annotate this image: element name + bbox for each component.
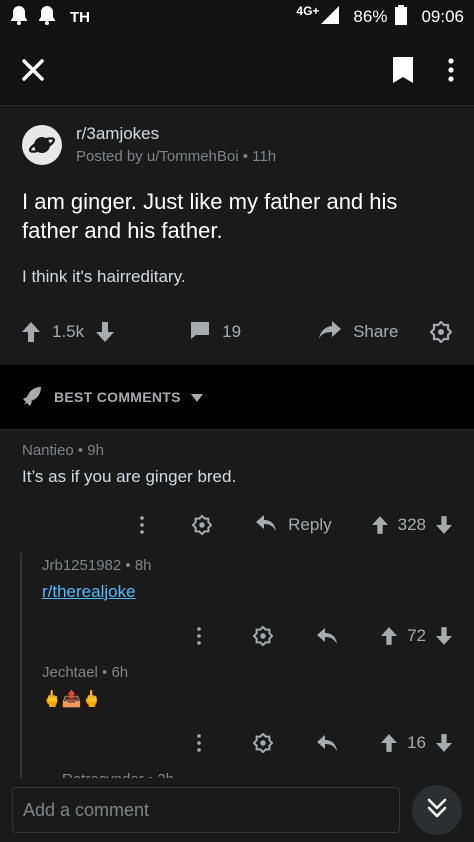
status-right: 4G+ 86% 09:06 — [296, 4, 464, 30]
comment-reply: Jechtael • 6h 🖕📤🖕 16 — [0, 664, 474, 771]
post-body: I think it's hairreditary. — [22, 267, 186, 286]
battery-percent: 86% — [353, 7, 388, 26]
comment-list: Nantieo • 9h It’s as if you are ginger b… — [0, 429, 474, 811]
more-vert-icon[interactable] — [140, 516, 144, 534]
post-vote-group: 1.5k — [22, 322, 115, 342]
status-left: TH — [10, 5, 90, 30]
status-bar: TH 4G+ 86% 09:06 — [0, 0, 474, 34]
post-action-row: 1.5k 19 Share — [22, 301, 452, 363]
close-icon[interactable] — [20, 57, 46, 83]
comment-meta[interactable]: Jechtael • 6h — [42, 664, 452, 681]
share-button[interactable]: Share — [319, 320, 399, 344]
more-vert-icon[interactable] — [197, 627, 201, 645]
upvote-icon[interactable] — [22, 322, 40, 342]
award-icon[interactable] — [253, 733, 274, 753]
signal-icon — [321, 5, 340, 29]
post-score: 1.5k — [52, 322, 85, 341]
chevrons-down-icon — [426, 797, 448, 824]
comment: Nantieo • 9h It’s as if you are ginger b… — [0, 430, 474, 553]
comment-body: 🖕📤🖕 — [42, 691, 102, 708]
post: r/3amjokes Posted by u/TommehBoi • 11h I… — [0, 106, 474, 363]
bell-icon — [10, 5, 28, 30]
reply-button[interactable]: Reply — [256, 514, 332, 536]
comment-score: 16 — [407, 733, 426, 752]
reply-icon — [256, 514, 277, 536]
network-label: 4G+ — [296, 4, 320, 18]
caret-down-icon — [190, 389, 203, 405]
award-icon[interactable] — [192, 515, 213, 535]
comment-score: 72 — [407, 626, 426, 645]
comment-reply: Jrb1251982 • 8h r/therealjoke 72 — [0, 553, 474, 664]
share-label: Share — [353, 322, 399, 341]
comment-count: 19 — [222, 322, 242, 341]
post-header-text: r/3amjokes Posted by u/TommehBoi • 11h — [76, 124, 276, 165]
comment-sort-bar[interactable]: BEST COMMENTS — [0, 365, 474, 429]
downvote-icon[interactable] — [436, 734, 452, 752]
post-title: I am ginger. Just like my father and his… — [22, 189, 398, 243]
award-icon[interactable] — [430, 321, 452, 343]
upvote-icon[interactable] — [381, 734, 398, 752]
post-meta: Posted by u/TommehBoi • 11h — [76, 148, 277, 165]
comment-input[interactable]: Add a comment — [12, 787, 400, 833]
subreddit-link[interactable]: r/therealjoke — [42, 582, 136, 601]
more-vert-icon[interactable] — [448, 57, 454, 82]
reply-icon[interactable] — [317, 628, 338, 644]
comment-actions: 72 — [42, 608, 452, 664]
comment-actions: 16 — [42, 715, 452, 771]
comment-composer: Add a comment — [0, 778, 474, 842]
bell-icon — [38, 5, 56, 30]
bookmark-icon[interactable] — [392, 56, 414, 84]
subreddit-name[interactable]: r/3amjokes — [76, 124, 276, 144]
downvote-icon[interactable] — [436, 516, 452, 534]
next-comment-button[interactable] — [412, 785, 462, 835]
comments-button[interactable]: 19 — [190, 321, 241, 344]
downvote-icon[interactable] — [96, 322, 115, 342]
upvote-icon[interactable] — [371, 516, 388, 534]
comment-meta[interactable]: Jrb1251982 • 8h — [42, 557, 452, 574]
carrier-label: TH — [70, 8, 90, 26]
comment-actions: Reply 328 — [22, 497, 452, 553]
award-icon[interactable] — [253, 626, 274, 646]
rocket-icon — [22, 386, 42, 409]
comment-meta[interactable]: Nantieo • 9h — [22, 442, 452, 459]
post-header: r/3amjokes Posted by u/TommehBoi • 11h — [22, 124, 452, 165]
planet-icon[interactable] — [22, 124, 62, 165]
battery-icon — [395, 4, 408, 30]
comment-icon — [190, 321, 210, 344]
clock: 09:06 — [421, 7, 464, 26]
top-bar — [0, 34, 474, 106]
comment-score: 328 — [397, 515, 426, 534]
reply-label: Reply — [288, 515, 332, 534]
share-icon — [319, 320, 342, 344]
thread-line[interactable] — [20, 553, 22, 803]
comment-body-wrap: r/therealjoke — [42, 582, 452, 602]
downvote-icon[interactable] — [436, 627, 452, 645]
comment-body: It’s as if you are ginger bred. — [22, 467, 237, 486]
reply-icon[interactable] — [317, 735, 338, 751]
more-vert-icon[interactable] — [197, 734, 201, 752]
upvote-icon[interactable] — [381, 627, 398, 645]
sort-label: BEST COMMENTS — [54, 389, 181, 405]
